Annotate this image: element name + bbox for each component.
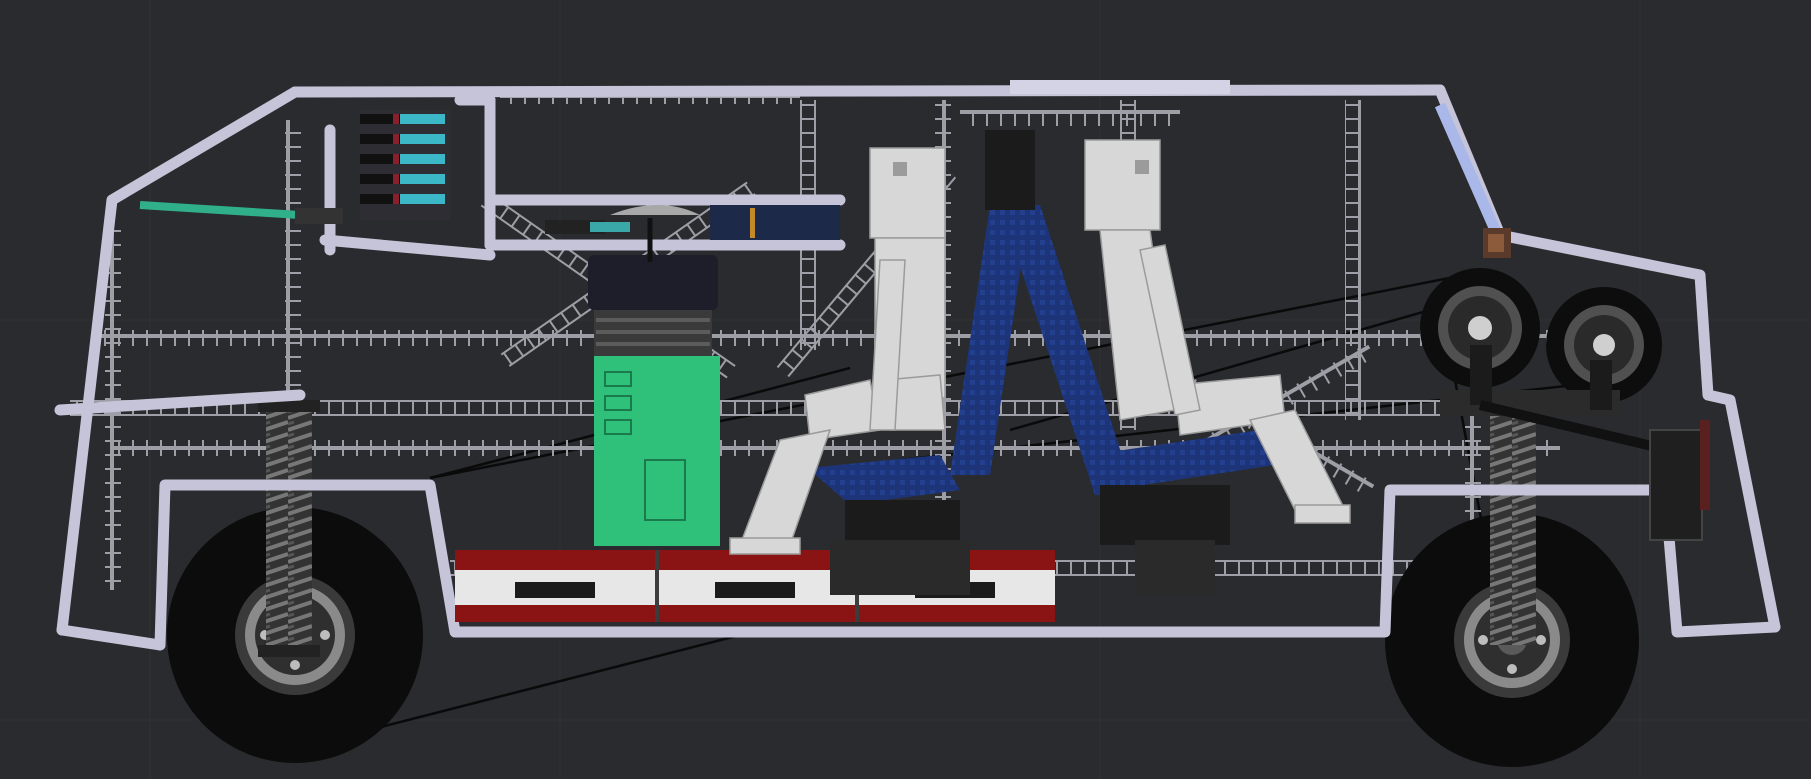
roof-rail bbox=[1010, 80, 1230, 94]
gas-tank[interactable] bbox=[588, 218, 720, 546]
game-scene bbox=[0, 0, 1811, 779]
syringe-rack[interactable] bbox=[360, 110, 450, 220]
mirror-knob[interactable] bbox=[1483, 228, 1511, 258]
front-suspension-spring[interactable] bbox=[1490, 410, 1536, 645]
energy-sword[interactable] bbox=[139, 201, 343, 224]
rear-seat[interactable] bbox=[808, 455, 970, 595]
rear-suspension-spring[interactable] bbox=[258, 400, 320, 657]
windshield-rail bbox=[1434, 102, 1502, 235]
